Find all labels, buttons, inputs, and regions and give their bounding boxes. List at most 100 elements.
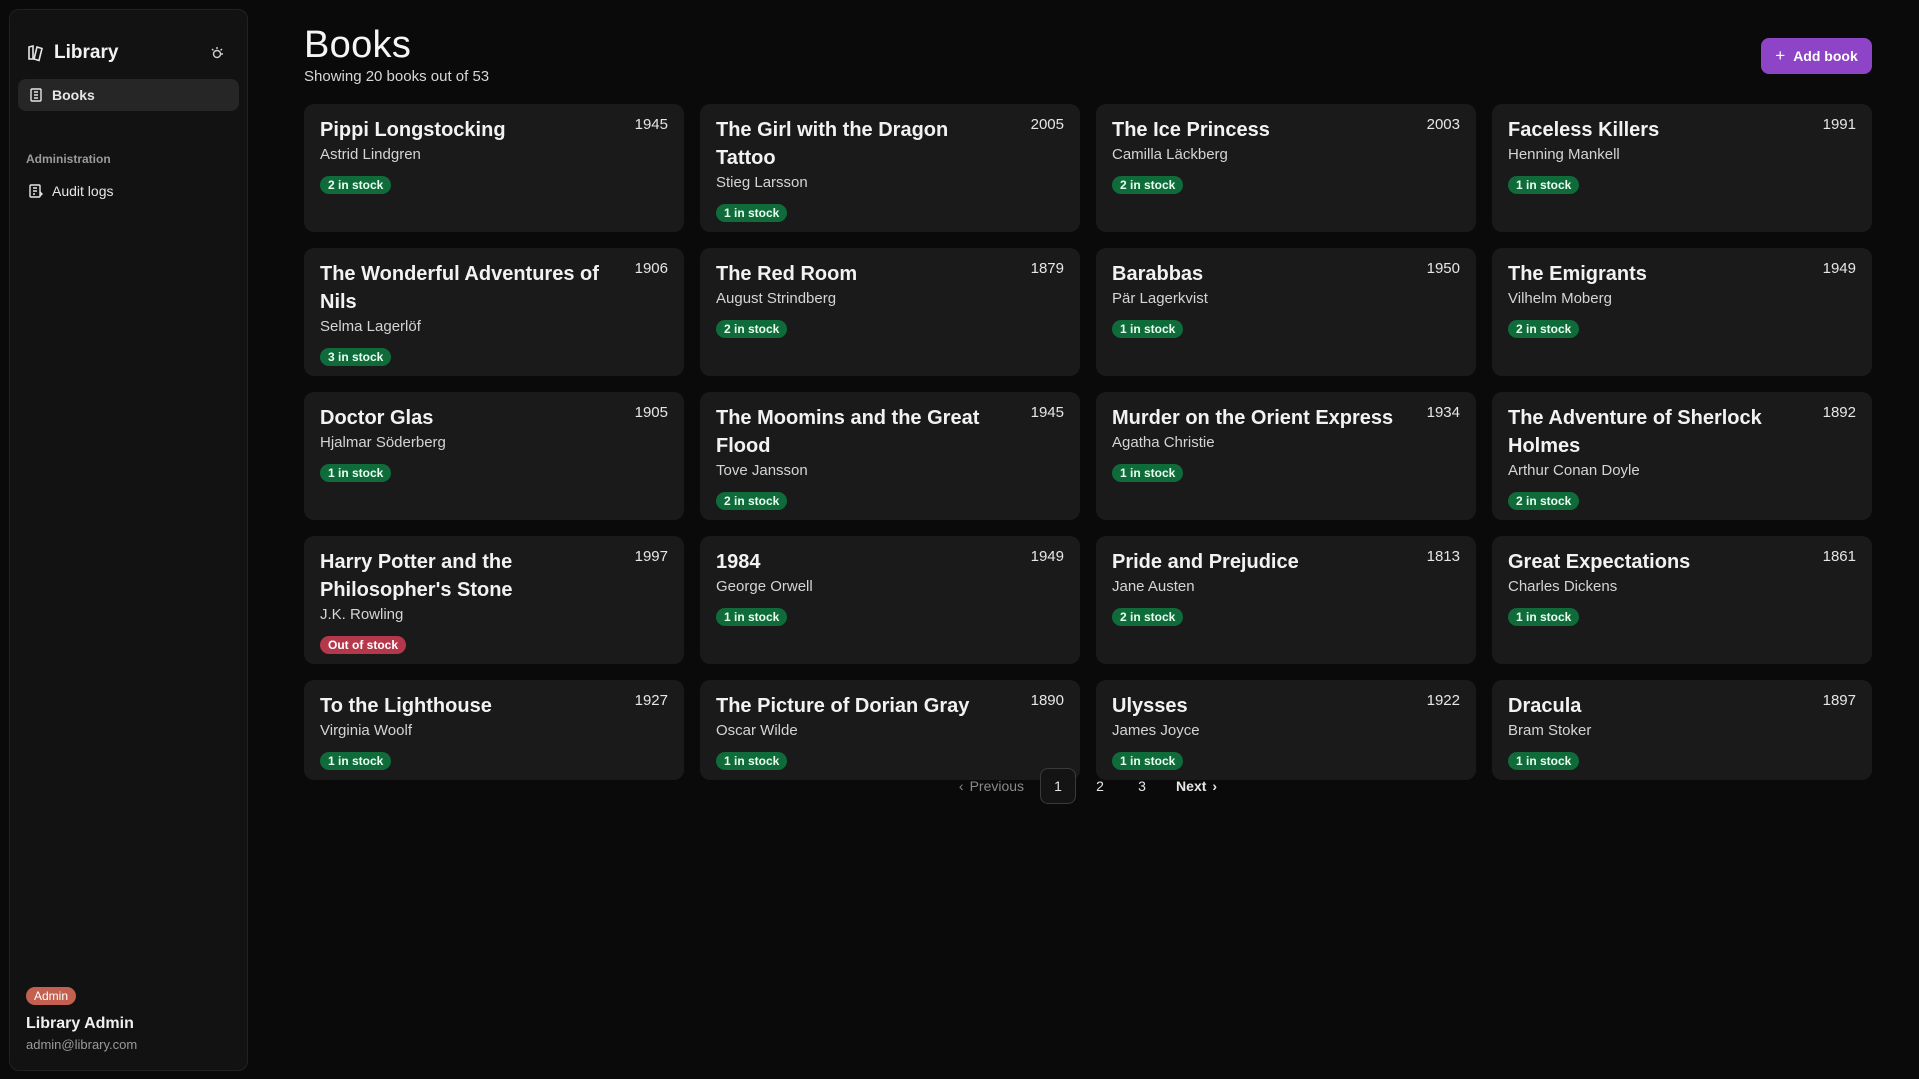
book-card[interactable]: The Ice Princess 2003 Camilla Läckberg 2 in…: [1096, 104, 1476, 232]
book-author: James Joyce: [1112, 722, 1200, 739]
book-title: The Moomins and the Great Flood: [716, 407, 980, 457]
previous-label: Previous: [969, 778, 1025, 794]
book-card[interactable]: 1984 1949 George Orwell 1 in stock: [700, 536, 1080, 664]
book-title: Doctor Glas: [320, 407, 434, 429]
book-year: 1949: [1822, 260, 1856, 277]
page-button-1[interactable]: 1: [1040, 768, 1077, 804]
book-year: 1997: [634, 548, 668, 565]
page-button-2[interactable]: 2: [1082, 768, 1118, 804]
sidebar-item-audit-logs[interactable]: Audit logs: [18, 175, 239, 207]
book-author: Astrid Lindgren: [320, 146, 421, 163]
sidebar: Library Books Administration Audit logs …: [9, 9, 248, 1071]
book-author: Henning Mankell: [1508, 146, 1620, 163]
book-year: 1934: [1426, 404, 1460, 421]
stock-badge: 2 in stock: [1508, 492, 1580, 510]
sidebar-item-label: Audit logs: [52, 183, 114, 199]
book-card[interactable]: To the Lighthouse 1927 Virginia Woolf 1 in …: [304, 680, 684, 780]
stock-badge: 2 in stock: [716, 492, 788, 510]
add-book-button[interactable]: + Add book: [1761, 38, 1872, 74]
stock-badge: Out of stock: [320, 636, 407, 654]
book-card[interactable]: The Wonderful Adventures of Nils 1906 Selm…: [304, 248, 684, 376]
book-title: Murder on the Orient Express: [1112, 407, 1394, 429]
book-card[interactable]: The Adventure of Sherlock Holmes 1892 Arth…: [1492, 392, 1872, 520]
book-author: Bram Stoker: [1508, 722, 1592, 739]
book-card[interactable]: Barabbas 1950 Pär Lagerkvist 1 in stock: [1096, 248, 1476, 376]
book-title: To the Lighthouse: [320, 695, 492, 717]
book-row: Harry Potter and the Philosopher's Stone…: [304, 536, 1872, 664]
next-page-button[interactable]: Next ›: [1166, 768, 1233, 804]
book-card[interactable]: Harry Potter and the Philosopher's Stone…: [304, 536, 684, 664]
book-card[interactable]: Pride and Prejudice 1813 Jane Austen 2 in s…: [1096, 536, 1476, 664]
page-title: Books: [304, 24, 412, 66]
stock-badge: 3 in stock: [320, 348, 392, 366]
book-title: Harry Potter and the Philosopher's Stone: [320, 551, 513, 601]
book-card[interactable]: Great Expectations 1861 Charles Dickens 1 i…: [1492, 536, 1872, 664]
book-grid: Pippi Longstocking 1945 Astrid Lindgren 2 i…: [304, 104, 1872, 780]
book-card[interactable]: Dracula 1897 Bram Stoker 1 in stock: [1492, 680, 1872, 780]
book-row: The Wonderful Adventures of Nils 1906 Selm…: [304, 248, 1872, 376]
book-card[interactable]: The Moomins and the Great Flood 1945 Tove …: [700, 392, 1080, 520]
stock-badge: 1 in stock: [716, 608, 788, 626]
book-title: The Ice Princess: [1112, 119, 1270, 141]
stock-badge: 1 in stock: [1112, 320, 1184, 338]
book-author: Selma Lagerlöf: [320, 318, 421, 335]
book-card[interactable]: Pippi Longstocking 1945 Astrid Lindgren 2 i…: [304, 104, 684, 232]
user-email: admin@library.com: [26, 1037, 138, 1052]
pagination: ‹ Previous 1 2 3 Next ›: [304, 768, 1872, 804]
user-panel: Admin Library Admin admin@library.com: [26, 987, 137, 1052]
stock-badge: 1 in stock: [320, 464, 392, 482]
sidebar-item-books[interactable]: Books: [18, 79, 239, 111]
book-card[interactable]: Faceless Killers 1991 Henning Mankell 1 in …: [1492, 104, 1872, 232]
book-card[interactable]: The Picture of Dorian Gray 1890 Oscar Wild…: [700, 680, 1080, 780]
book-author: Virginia Woolf: [320, 722, 412, 739]
book-title: Great Expectations: [1508, 551, 1691, 573]
library-logo-icon: [26, 43, 46, 63]
book-author: Pär Lagerkvist: [1112, 290, 1208, 307]
book-author: George Orwell: [716, 578, 813, 595]
book-author: Agatha Christie: [1112, 434, 1215, 451]
book-year: 1905: [634, 404, 668, 421]
sidebar-header: Library: [26, 34, 231, 72]
book-year: 1950: [1426, 260, 1460, 277]
logs-icon: [28, 183, 44, 199]
add-book-label: Add book: [1793, 48, 1858, 64]
book-card[interactable]: The Girl with the Dragon Tattoo 2005 Stieg…: [700, 104, 1080, 232]
book-title: Ulysses: [1112, 695, 1188, 717]
book-author: Camilla Läckberg: [1112, 146, 1228, 163]
previous-page-button[interactable]: ‹ Previous: [943, 768, 1034, 804]
book-title: Dracula: [1508, 695, 1582, 717]
sidebar-section-admin: Administration: [26, 152, 111, 166]
book-row: Doctor Glas 1905 Hjalmar Söderberg 1 in sto…: [304, 392, 1872, 520]
page-button-3[interactable]: 3: [1124, 768, 1160, 804]
book-card[interactable]: Ulysses 1922 James Joyce 1 in stock: [1096, 680, 1476, 780]
book-card[interactable]: The Emigrants 1949 Vilhelm Moberg 2 in stoc…: [1492, 248, 1872, 376]
chevron-right-icon: ›: [1212, 778, 1218, 794]
book-title: The Adventure of Sherlock Holmes: [1508, 407, 1762, 457]
book-title: The Girl with the Dragon Tattoo: [716, 119, 949, 169]
book-row: To the Lighthouse 1927 Virginia Woolf 1 in …: [304, 680, 1872, 780]
book-card[interactable]: The Red Room 1879 August Strindberg 2 in st…: [700, 248, 1080, 376]
book-author: J.K. Rowling: [320, 606, 404, 623]
book-title: Barabbas: [1112, 263, 1204, 285]
user-name: Library Admin: [26, 1015, 134, 1032]
book-year: 1879: [1030, 260, 1064, 277]
theme-toggle-icon[interactable]: [205, 41, 229, 65]
stock-badge: 2 in stock: [1112, 608, 1184, 626]
book-year: 1892: [1822, 404, 1856, 421]
book-card[interactable]: Murder on the Orient Express 1934 Agatha C…: [1096, 392, 1476, 520]
book-year: 1991: [1822, 116, 1856, 133]
book-icon: [28, 87, 44, 103]
stock-badge: 2 in stock: [1508, 320, 1580, 338]
book-year: 1906: [634, 260, 668, 277]
book-year: 1890: [1030, 692, 1064, 709]
book-year: 2003: [1426, 116, 1460, 133]
stock-badge: 1 in stock: [1508, 176, 1580, 194]
book-title: Pride and Prejudice: [1112, 551, 1299, 573]
stock-badge: 2 in stock: [716, 320, 788, 338]
book-author: Vilhelm Moberg: [1508, 290, 1612, 307]
book-card[interactable]: Doctor Glas 1905 Hjalmar Söderberg 1 in sto…: [304, 392, 684, 520]
sidebar-item-label: Books: [52, 87, 95, 103]
stock-badge: 2 in stock: [320, 176, 392, 194]
book-year: 2005: [1030, 116, 1064, 133]
page-subtitle: Showing 20 books out of 53: [304, 68, 490, 85]
